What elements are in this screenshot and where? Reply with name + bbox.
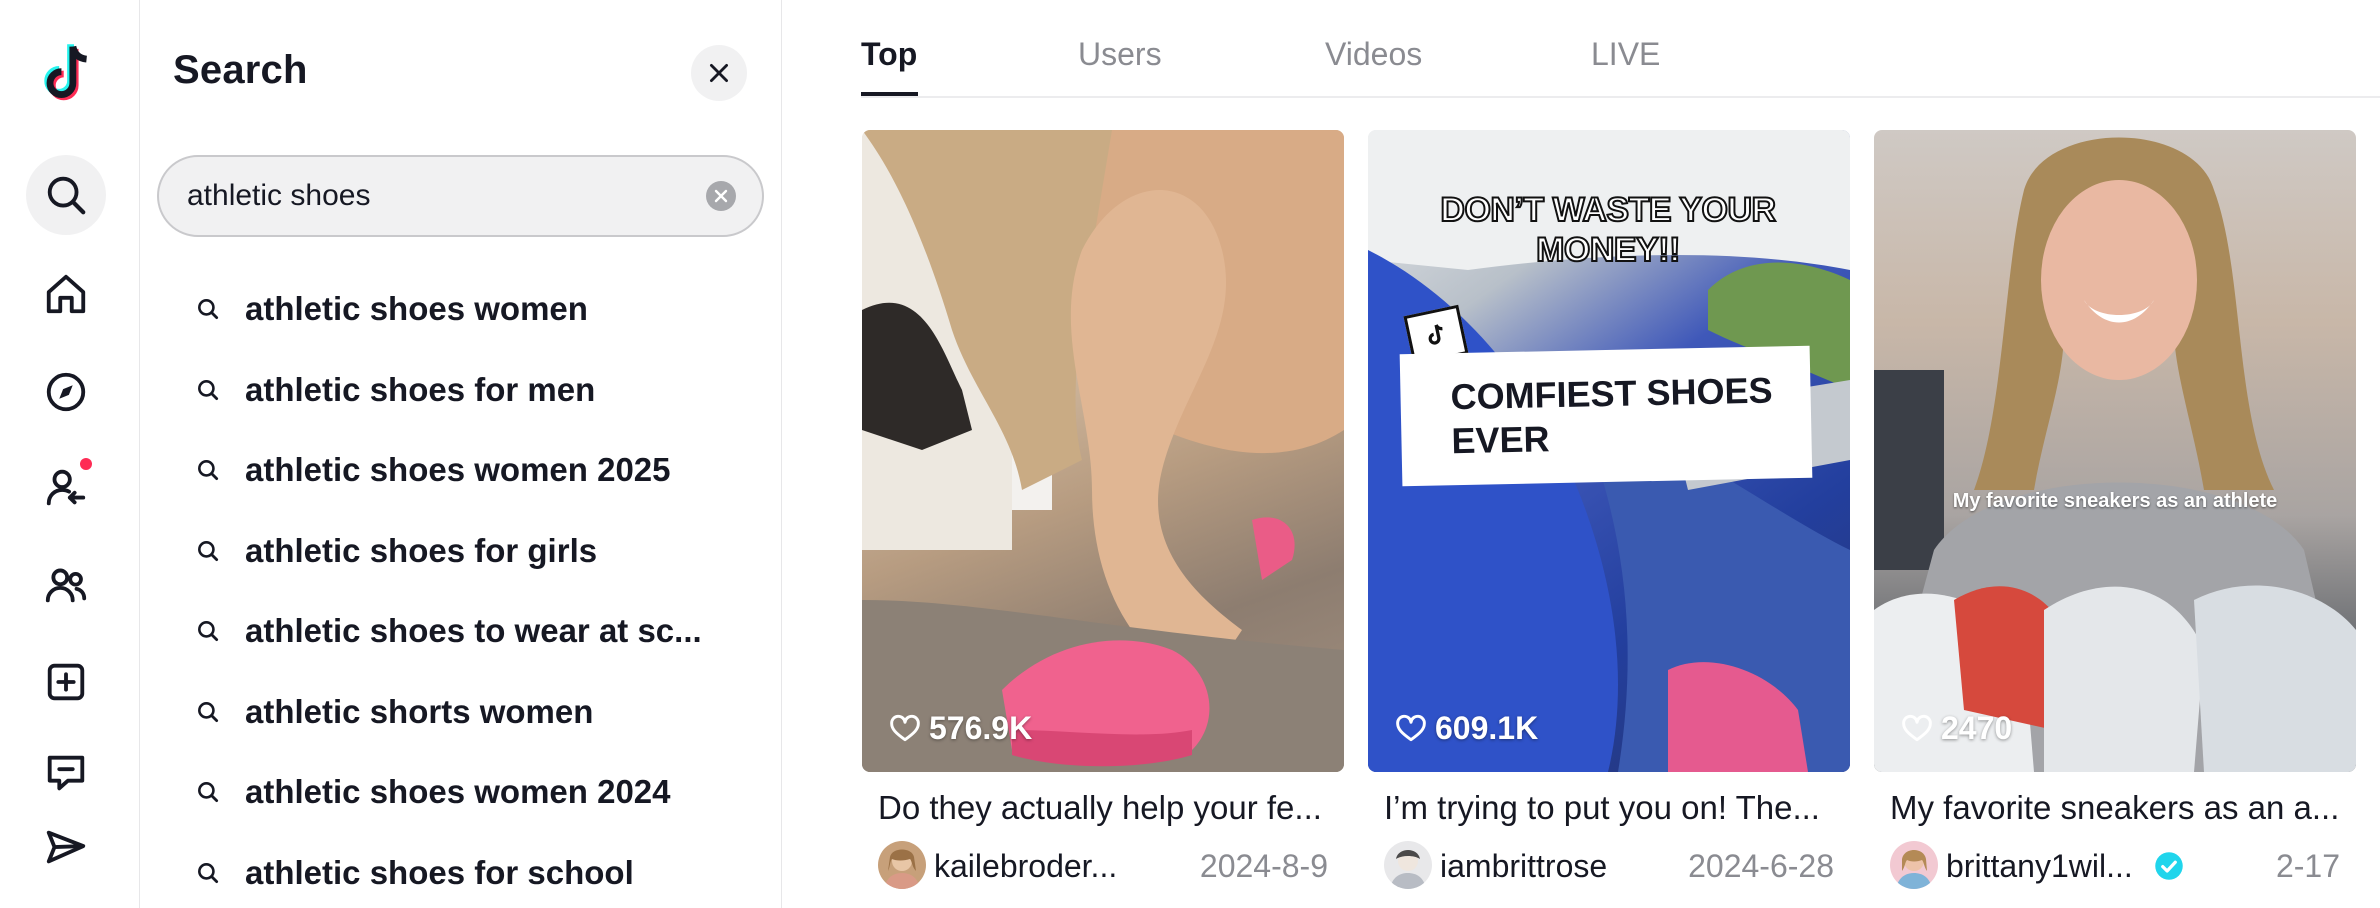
like-count-text: 609.1K [1435, 710, 1539, 746]
suggestion-text: athletic shorts women [245, 692, 594, 730]
video-card[interactable]: 576.9K Do they actually help your fe... … [862, 130, 1344, 891]
overlay-title: COMFIEST SHOES EVER [1450, 369, 1773, 462]
close-search-button[interactable] [691, 45, 747, 101]
tiktok-logo-icon[interactable] [38, 42, 94, 106]
video-meta: brittany1wil... 2-17 [1874, 839, 2356, 891]
search-icon [198, 299, 219, 320]
compass-icon [46, 372, 86, 412]
search-icon [47, 176, 86, 215]
video-card[interactable]: DON’T WASTE YOUR MONEY!! COMFIEST SHOES … [1368, 130, 1850, 891]
search-icon [198, 460, 219, 481]
video-meta: iambrittrose 2024-6-28 [1368, 839, 1850, 891]
post-date: 2024-8-9 [1199, 848, 1328, 884]
suggestion-text: athletic shoes to wear at sc... [245, 612, 702, 649]
post-date: 2024-6-28 [1688, 848, 1834, 884]
overlay-title-box: COMFIEST SHOES EVER [1399, 345, 1813, 487]
author-name[interactable]: kailebroder... [934, 848, 1117, 885]
video-thumbnail[interactable]: My favorite sneakers as an athlete 2470 [1874, 130, 2356, 772]
suggestion-item[interactable]: athletic shoes for men [140, 347, 781, 428]
video-thumbnail[interactable]: DON’T WASTE YOUR MONEY!! COMFIEST SHOES … [1368, 130, 1850, 772]
search-icon [198, 379, 219, 400]
avatar[interactable] [1890, 841, 1938, 889]
tab-top[interactable]: Top [861, 36, 917, 73]
suggestion-item[interactable]: athletic shorts women [140, 669, 781, 750]
suggestion-item[interactable]: athletic shoes for school [140, 830, 781, 908]
thumbnail-image [1874, 137, 2356, 772]
friends-icon [45, 568, 87, 603]
search-panel: Search athletic shoes women athletic sho… [140, 0, 782, 908]
like-count: 2470 [1901, 710, 2012, 747]
search-icon [198, 701, 219, 722]
like-count-text: 2470 [1941, 710, 2013, 746]
active-tab-indicator [861, 92, 918, 96]
video-meta: kailebroder... 2024-8-9 [862, 839, 1344, 891]
avatar[interactable] [878, 841, 926, 889]
author-name[interactable]: iambrittrose [1440, 848, 1607, 885]
tab-videos[interactable]: Videos [1325, 36, 1422, 73]
suggestion-list: athletic shoes women athletic shoes for … [140, 266, 781, 908]
suggestion-text: athletic shoes for men [245, 370, 596, 408]
suggestion-text: athletic shoes women 2025 [245, 451, 671, 488]
nav-upload[interactable] [26, 642, 106, 722]
clear-icon [714, 189, 728, 203]
overlay-caption: My favorite sneakers as an athlete [1952, 490, 2278, 512]
search-icon [198, 782, 219, 803]
post-date: 2-17 [2275, 848, 2340, 884]
following-icon [46, 469, 86, 506]
clear-search-button[interactable] [706, 181, 736, 211]
tab-live[interactable]: LIVE [1591, 36, 1660, 73]
suggestion-item[interactable]: athletic shoes for girls [140, 508, 781, 589]
nav-inbox[interactable] [26, 733, 106, 813]
like-count: 609.1K [1395, 710, 1538, 747]
thumbnail-image [862, 130, 1344, 772]
nav-home[interactable] [26, 254, 106, 334]
tab-users[interactable]: Users [1078, 36, 1162, 73]
panel-title: Search [173, 48, 308, 92]
result-tabs: Top Users Videos LIVE [861, 0, 2380, 98]
suggestion-item[interactable]: athletic shoes women [140, 266, 781, 347]
like-count: 576.9K [889, 710, 1032, 747]
upload-icon [47, 663, 85, 701]
suggestion-item[interactable]: athletic shoes women 2025 [140, 427, 781, 508]
nav-explore[interactable] [26, 352, 106, 432]
suggestion-item[interactable]: athletic shoes women 2024 [140, 749, 781, 830]
home-icon [46, 274, 86, 314]
search-icon [198, 862, 219, 883]
nav-friends[interactable] [26, 545, 106, 625]
nav-messages[interactable] [26, 808, 106, 888]
video-caption[interactable]: I’m trying to put you on! The... [1368, 789, 1838, 827]
heart-icon [1902, 714, 1932, 741]
video-caption[interactable]: Do they actually help your fe... [862, 789, 1332, 827]
like-count-text: 576.9K [929, 710, 1033, 746]
search-input[interactable] [187, 157, 687, 235]
suggestion-text: athletic shoes women [245, 290, 588, 327]
suggestion-text: athletic shoes women 2024 [245, 773, 671, 810]
search-box [157, 155, 764, 237]
author-name[interactable]: brittany1wil... [1946, 848, 2133, 885]
video-thumbnail[interactable]: 576.9K [862, 130, 1344, 772]
suggestion-text: athletic shoes for girls [245, 531, 598, 569]
inbox-icon [47, 755, 85, 791]
verified-badge-icon [2155, 852, 2183, 880]
heart-icon [1396, 714, 1426, 741]
nav-following[interactable] [26, 448, 106, 528]
send-icon [46, 830, 86, 864]
overlay-headline: DON’T WASTE YOUR MONEY!! [1439, 190, 1777, 270]
avatar[interactable] [1384, 841, 1432, 889]
video-card[interactable]: My favorite sneakers as an athlete 2470 … [1874, 130, 2356, 891]
left-nav-rail [0, 0, 140, 908]
search-icon [198, 621, 219, 642]
suggestion-text: athletic shoes for school [245, 853, 634, 891]
notification-dot [80, 458, 92, 470]
search-icon [198, 540, 219, 561]
nav-search[interactable] [26, 155, 106, 235]
video-caption[interactable]: My favorite sneakers as an a... [1874, 789, 2344, 827]
suggestion-item[interactable]: athletic shoes to wear at sc... [140, 588, 781, 669]
search-results: Top Users Videos LIVE 576.9K Do they act… [783, 0, 2380, 908]
close-icon [710, 64, 728, 82]
heart-icon [890, 714, 920, 741]
